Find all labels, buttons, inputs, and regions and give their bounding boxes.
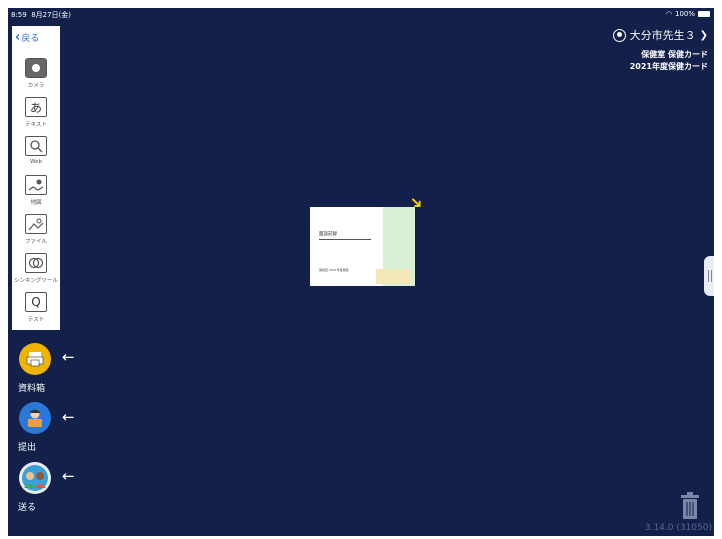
- card-footer-text: 保健室 2021年度保健: [319, 268, 349, 272]
- test-icon: Q: [25, 292, 47, 312]
- tool-panel: ‹ 戻る カメラ あ テキスト Web 地図 ファイル シンキングツール Q テ…: [12, 26, 60, 330]
- card-table: [376, 269, 411, 284]
- card-thumbnail[interactable]: 面談記録 保健室 2021年度保健: [310, 207, 415, 286]
- tool-label: シンキングツール: [14, 278, 58, 284]
- tool-label: 地図: [30, 200, 42, 206]
- card-title: 面談記録: [319, 232, 337, 237]
- map-icon: [25, 175, 47, 195]
- user-name: 大分市先生３: [629, 29, 696, 42]
- camera-icon: [25, 58, 47, 78]
- tool-label: テキスト: [25, 122, 47, 128]
- tool-map[interactable]: 地図: [12, 175, 60, 206]
- tool-label: Web: [30, 159, 42, 165]
- arrow-left-icon: ←: [62, 408, 75, 426]
- back-button[interactable]: ‹ 戻る: [15, 30, 39, 45]
- image-icon: [25, 214, 47, 234]
- submit-button[interactable]: [19, 402, 51, 434]
- user-icon: [612, 28, 626, 42]
- user-menu[interactable]: 大分市先生３ ❯: [612, 27, 708, 43]
- tool-label: ファイル: [24, 239, 47, 245]
- status-battery: ◠ 100%: [666, 10, 710, 18]
- status-date: 8月27日(金): [31, 11, 72, 19]
- card-title-underline: [319, 239, 371, 240]
- printer-icon: [26, 352, 44, 367]
- version-text: 3.14.0 (31050): [644, 523, 712, 533]
- tool-text[interactable]: あ テキスト: [12, 97, 60, 128]
- class-name: 保健室 保健カード: [641, 50, 708, 59]
- send-label: 送る: [18, 503, 37, 513]
- trash-icon[interactable]: [680, 492, 700, 519]
- send-button[interactable]: [19, 462, 51, 494]
- back-label: 戻る: [21, 34, 40, 44]
- arrow-left-icon: ←: [62, 467, 75, 485]
- arrow-left-icon: ←: [62, 348, 75, 366]
- student-submit-icon: [28, 409, 42, 427]
- tool-camera[interactable]: カメラ: [12, 58, 60, 89]
- tool-web[interactable]: Web: [12, 136, 60, 165]
- students-send-icon: [22, 465, 48, 491]
- chevron-left-icon: ‹: [15, 30, 21, 45]
- app-screen: 8:59 8月27日(金) ◠ 100% 大分市先生３ ❯ 保健室 保健カード …: [8, 8, 714, 536]
- materials-box-label: 資料箱: [18, 384, 46, 394]
- tool-label: カメラ: [27, 83, 45, 89]
- search-icon: [25, 136, 47, 156]
- thinking-tool-icon: [25, 253, 47, 273]
- submit-label: 提出: [18, 443, 37, 453]
- text-icon: あ: [25, 97, 47, 117]
- tool-test[interactable]: Q テスト: [12, 292, 60, 323]
- drawer-handle[interactable]: [704, 256, 714, 296]
- materials-box-button[interactable]: [19, 343, 51, 375]
- tool-label: テスト: [27, 317, 45, 323]
- battery-icon: [698, 11, 710, 17]
- chevron-down-icon: ❯: [699, 29, 708, 41]
- tool-file[interactable]: ファイル: [12, 214, 60, 245]
- tool-thinking[interactable]: シンキングツール: [12, 253, 60, 284]
- status-time: 8:59 8月27日(金): [11, 11, 72, 19]
- card-name: 2021年度保健カード: [629, 62, 708, 71]
- wifi-icon: ◠: [665, 10, 672, 18]
